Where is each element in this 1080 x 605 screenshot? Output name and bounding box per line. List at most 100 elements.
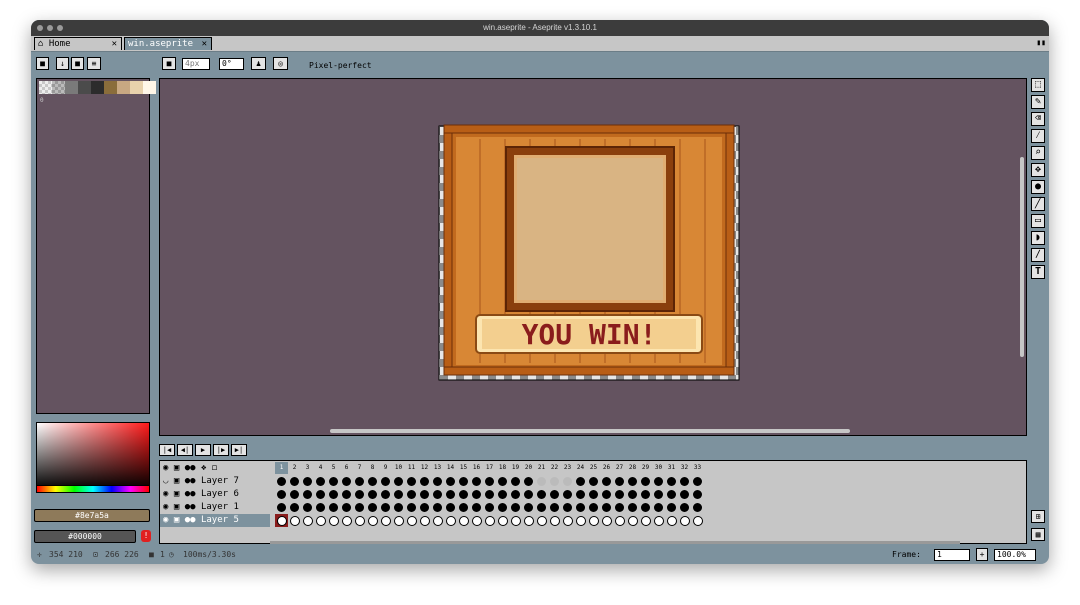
add-frame-icon[interactable]: +: [976, 548, 988, 561]
cel[interactable]: [275, 501, 288, 514]
cel[interactable]: [639, 514, 652, 527]
frame-number[interactable]: 14: [444, 462, 457, 474]
cel[interactable]: [444, 475, 457, 488]
frame-number[interactable]: 4: [314, 462, 327, 474]
marquee-tool-icon[interactable]: ⬚: [1031, 78, 1045, 92]
cel[interactable]: [561, 514, 574, 527]
continuous-icon[interactable]: ●●: [185, 502, 196, 512]
lock-icon[interactable]: ▣: [174, 463, 179, 473]
color-spectrum[interactable]: [36, 422, 150, 490]
previous-frame-button[interactable]: ◀|: [177, 444, 193, 456]
cel[interactable]: [379, 501, 392, 514]
line-tool-icon[interactable]: ╱: [1031, 197, 1045, 211]
sprite-canvas[interactable]: YOU WIN!: [160, 79, 1026, 435]
layer-row-selected[interactable]: ◉ ▣ ●● Layer 5: [160, 514, 270, 527]
eye-icon[interactable]: ◡: [163, 476, 168, 486]
cel[interactable]: [457, 514, 470, 527]
layer-name[interactable]: Layer 1: [201, 502, 239, 512]
cel[interactable]: [561, 488, 574, 501]
cel[interactable]: [418, 475, 431, 488]
cel[interactable]: [587, 514, 600, 527]
cel[interactable]: [665, 475, 678, 488]
cel[interactable]: [405, 501, 418, 514]
palette-swatch[interactable]: [91, 81, 104, 94]
cel[interactable]: [561, 475, 574, 488]
cel[interactable]: [509, 514, 522, 527]
frame-number[interactable]: 18: [496, 462, 509, 474]
frame-number[interactable]: 20: [522, 462, 535, 474]
cel[interactable]: [613, 514, 626, 527]
cel[interactable]: [548, 475, 561, 488]
cel[interactable]: [691, 475, 704, 488]
frame-number[interactable]: 2: [288, 462, 301, 474]
vertical-scrollbar[interactable]: [1020, 157, 1024, 357]
lock-icon[interactable]: ▣: [174, 489, 179, 499]
cel[interactable]: [366, 488, 379, 501]
timeline-toggle-icon[interactable]: ▦: [1031, 528, 1045, 541]
frame-number[interactable]: 8: [366, 462, 379, 474]
cel[interactable]: [418, 514, 431, 527]
layer-name[interactable]: Layer 6: [201, 489, 239, 499]
frame-number[interactable]: 15: [457, 462, 470, 474]
canvas-area[interactable]: YOU WIN!: [159, 78, 1027, 436]
cel[interactable]: [678, 514, 691, 527]
cel[interactable]: [678, 488, 691, 501]
frame-number[interactable]: 5: [327, 462, 340, 474]
cel[interactable]: [639, 475, 652, 488]
layer-name[interactable]: Layer 7: [201, 476, 239, 486]
cel[interactable]: [301, 501, 314, 514]
continuous-icon[interactable]: ●●: [185, 515, 196, 525]
cel[interactable]: [600, 501, 613, 514]
eyedropper-tool-icon[interactable]: ⁄: [1031, 129, 1045, 143]
timeline-scrollbar[interactable]: [270, 541, 960, 544]
next-frame-button[interactable]: |▶: [213, 444, 229, 456]
cel[interactable]: [626, 514, 639, 527]
cel[interactable]: [392, 488, 405, 501]
cel[interactable]: [470, 514, 483, 527]
zoom-tool-icon[interactable]: ⌕: [1031, 146, 1045, 160]
cel[interactable]: [288, 501, 301, 514]
cel[interactable]: [327, 514, 340, 527]
cel[interactable]: [340, 514, 353, 527]
cel[interactable]: [483, 488, 496, 501]
cel[interactable]: [301, 514, 314, 527]
cel[interactable]: [626, 501, 639, 514]
cel[interactable]: [405, 488, 418, 501]
cel[interactable]: [522, 488, 535, 501]
cel[interactable]: [613, 501, 626, 514]
cel[interactable]: [691, 488, 704, 501]
cel[interactable]: [665, 514, 678, 527]
cel[interactable]: [327, 475, 340, 488]
layer-row[interactable]: ◡ ▣ ●● Layer 7: [160, 475, 239, 488]
cel[interactable]: [392, 475, 405, 488]
cel[interactable]: [600, 488, 613, 501]
frame-number[interactable]: 28: [626, 462, 639, 474]
lock-icon[interactable]: ■: [36, 57, 49, 70]
frame-options-icon[interactable]: ◻: [212, 463, 217, 473]
frame-number[interactable]: 23: [561, 462, 574, 474]
cel[interactable]: [691, 514, 704, 527]
continuous-icon[interactable]: ●●: [185, 463, 196, 473]
cel[interactable]: [431, 488, 444, 501]
frame-field[interactable]: 1: [934, 549, 970, 561]
close-icon[interactable]: ✕: [112, 38, 117, 51]
cel[interactable]: [652, 501, 665, 514]
frame-number[interactable]: 10: [392, 462, 405, 474]
cel[interactable]: [275, 514, 288, 527]
palette-swatch[interactable]: [117, 81, 130, 94]
cel[interactable]: [340, 488, 353, 501]
cel[interactable]: [509, 501, 522, 514]
warning-icon[interactable]: !: [141, 530, 151, 542]
cel[interactable]: [288, 488, 301, 501]
cel[interactable]: [405, 475, 418, 488]
cel[interactable]: [496, 514, 509, 527]
fill-tool-icon[interactable]: ●: [1031, 180, 1045, 194]
palette-menu-icon[interactable]: ≡: [87, 57, 101, 70]
frame-number[interactable]: 26: [600, 462, 613, 474]
cel[interactable]: [665, 488, 678, 501]
cel[interactable]: [444, 488, 457, 501]
cel[interactable]: [587, 475, 600, 488]
cel[interactable]: [691, 501, 704, 514]
cel[interactable]: [483, 501, 496, 514]
cel[interactable]: [639, 501, 652, 514]
